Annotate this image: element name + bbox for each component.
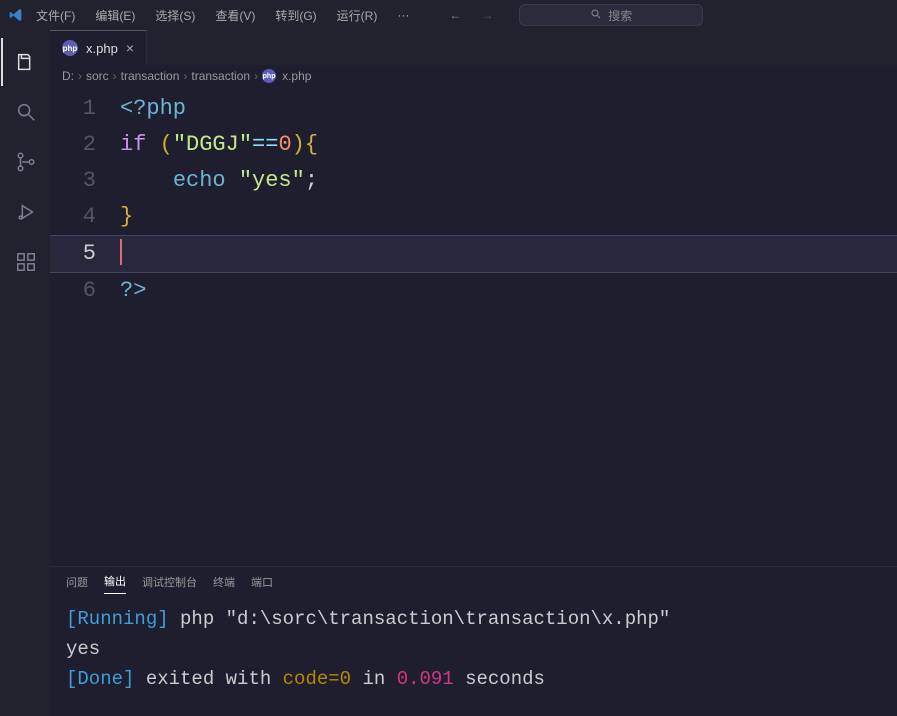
close-tab-icon[interactable]: × (126, 40, 134, 56)
nav-back-icon[interactable]: ← (445, 6, 465, 24)
panel-tab-problems[interactable]: 问题 (66, 574, 88, 594)
nav-forward-icon[interactable]: → (477, 6, 497, 24)
breadcrumb-item[interactable]: D: (62, 69, 74, 83)
panel-tab-output[interactable]: 输出 (104, 573, 126, 594)
bottom-panel: 问题 输出 调试控制台 终端 端口 [Running] php "d:\sorc… (50, 566, 897, 716)
tab-file[interactable]: php x.php × (50, 30, 147, 65)
menu-file[interactable]: 文件(F) (28, 3, 83, 28)
menu-more[interactable]: ··· (389, 4, 417, 26)
code-line: 6 ?> (50, 273, 897, 309)
code-line: 1 <?php (50, 91, 897, 127)
vscode-logo-icon (8, 7, 24, 23)
panel-tab-terminal[interactable]: 终端 (213, 574, 235, 594)
menu-select[interactable]: 选择(S) (147, 3, 203, 28)
tab-bar: php x.php × (50, 30, 897, 65)
code-line: 2 if ("DGGJ"==0){ (50, 127, 897, 163)
panel-tabs: 问题 输出 调试控制台 终端 端口 (50, 567, 897, 600)
panel-tab-debug[interactable]: 调试控制台 (142, 574, 197, 594)
search-box[interactable]: 搜索 (519, 4, 703, 26)
code-line: 3 echo "yes"; (50, 163, 897, 199)
search-icon (590, 8, 602, 23)
panel-tab-ports[interactable]: 端口 (251, 574, 273, 594)
tab-filename: x.php (86, 41, 118, 56)
search-placeholder: 搜索 (608, 7, 632, 24)
breadcrumb-file[interactable]: x.php (282, 69, 311, 83)
line-number: 2 (50, 127, 120, 163)
code-line-current: 5 (50, 235, 897, 273)
line-number: 6 (50, 273, 120, 309)
menu-view[interactable]: 查看(V) (207, 3, 263, 28)
menu-goto[interactable]: 转到(G) (267, 3, 324, 28)
panel-output[interactable]: [Running] php "d:\sorc\transaction\trans… (50, 600, 897, 716)
php-file-icon: php (62, 40, 78, 56)
code-editor[interactable]: 1 <?php 2 if ("DGGJ"==0){ 3 echo "yes"; … (50, 87, 897, 566)
breadcrumb-item[interactable]: sorc (86, 69, 109, 83)
menu-edit[interactable]: 编辑(E) (87, 3, 143, 28)
breadcrumbs: D:› sorc› transaction› transaction› php … (50, 65, 897, 87)
activity-bar (0, 30, 50, 716)
line-number: 5 (50, 236, 120, 272)
breadcrumb-item[interactable]: transaction (121, 69, 180, 83)
output-line: [Running] php "d:\sorc\transaction\trans… (66, 604, 881, 634)
titlebar: 文件(F) 编辑(E) 选择(S) 查看(V) 转到(G) 运行(R) ··· … (0, 0, 897, 30)
explorer-icon[interactable] (1, 38, 49, 86)
php-file-icon: php (262, 69, 276, 83)
cursor-icon (120, 239, 122, 265)
code-line: 4 } (50, 199, 897, 235)
line-number: 1 (50, 91, 120, 127)
menu-run[interactable]: 运行(R) (329, 3, 386, 28)
output-line: yes (66, 634, 881, 664)
output-line: [Done] exited with code=0 in 0.091 secon… (66, 664, 881, 694)
search-activity-icon[interactable] (1, 88, 49, 136)
breadcrumb-item[interactable]: transaction (191, 69, 250, 83)
line-number: 4 (50, 199, 120, 235)
extensions-icon[interactable] (1, 238, 49, 286)
line-number: 3 (50, 163, 120, 199)
source-control-icon[interactable] (1, 138, 49, 186)
run-debug-icon[interactable] (1, 188, 49, 236)
